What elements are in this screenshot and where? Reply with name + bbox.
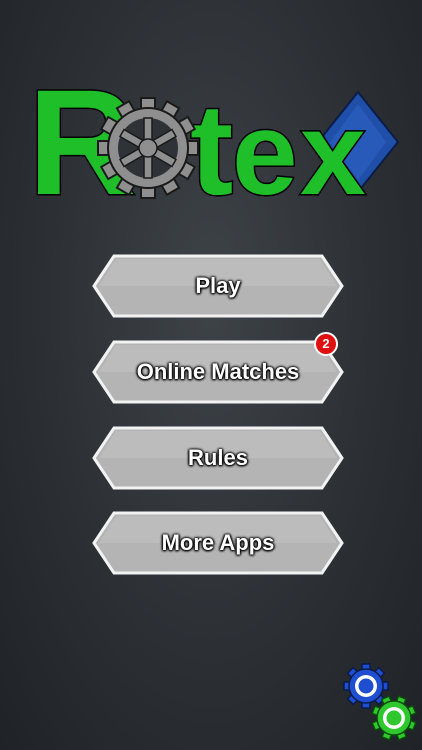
notification-badge: 2 [314, 332, 338, 356]
online-matches-button[interactable]: Online Matches 2 [92, 332, 344, 404]
rotex-logo: R t e x [27, 60, 400, 210]
more-apps-button[interactable]: More Apps [92, 511, 344, 575]
logo-letter-e: e [232, 88, 298, 210]
logo-letter-x: x [300, 88, 366, 210]
play-button[interactable]: Play [92, 254, 344, 318]
blue-gear-icon [343, 663, 389, 709]
settings-gears-icon[interactable] [340, 660, 420, 746]
rules-button[interactable]: Rules [92, 426, 344, 490]
play-button-label: Play [195, 273, 241, 298]
rules-button-label: Rules [188, 445, 248, 470]
more-apps-button-label: More Apps [161, 530, 275, 555]
online-matches-button-label: Online Matches [136, 359, 300, 384]
